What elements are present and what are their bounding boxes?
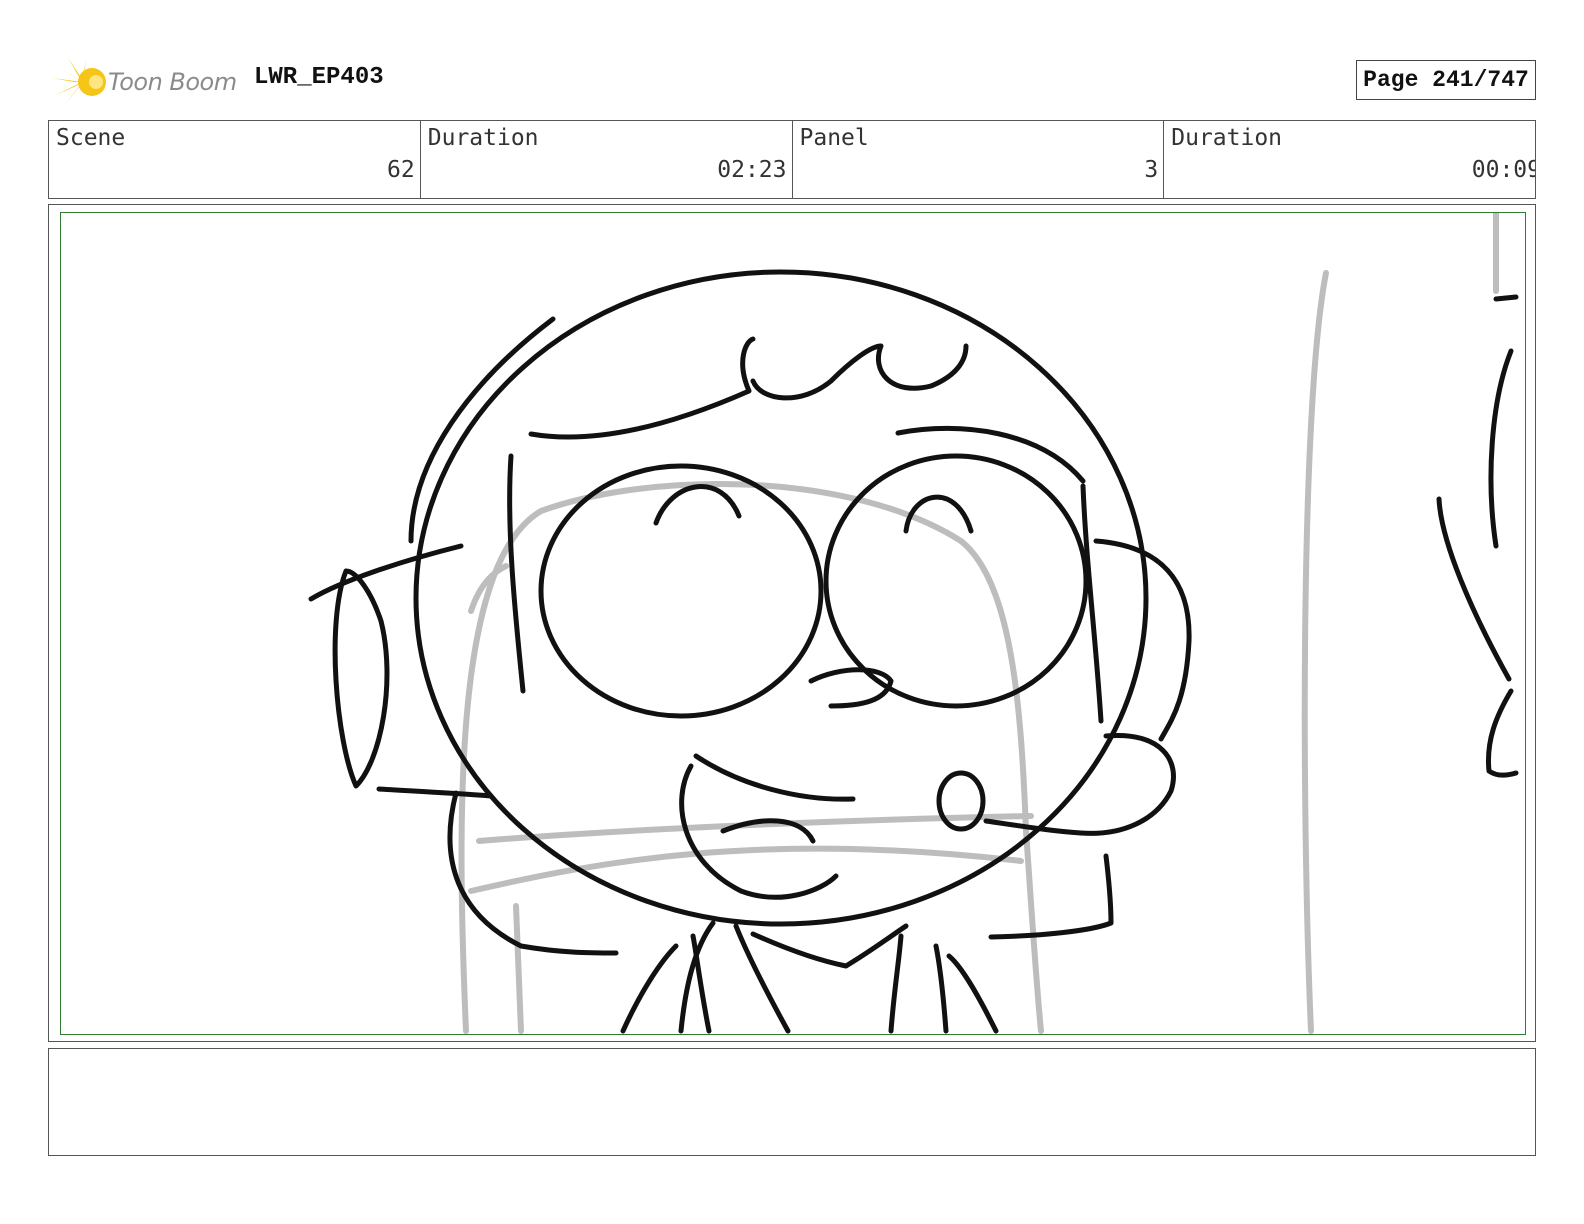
panel-duration-label: Duration — [1171, 125, 1283, 151]
scene-info-table: Scene 62 Duration 02:23 Panel 3 Duration… — [48, 120, 1536, 199]
panel-label: Panel — [799, 125, 869, 151]
project-title: LWR_EP403 — [254, 64, 384, 91]
storyboard-sketch — [308, 213, 1519, 1034]
logo-text: Toon Boom — [108, 68, 237, 96]
panel-drawing-area — [60, 212, 1526, 1035]
panel-cell: Panel 3 — [793, 121, 1165, 198]
panel-notes — [48, 1048, 1536, 1156]
scene-duration-value: 02:23 — [717, 157, 787, 183]
panel-duration-value: 00:09 — [1471, 157, 1535, 183]
panel-duration-cell: Duration 00:09 — [1164, 121, 1535, 198]
toon-boom-logo: Toon Boom — [52, 56, 252, 108]
page-header: Toon Boom LWR_EP403 Page 241/747 — [48, 52, 1536, 108]
scene-value: 62 — [387, 157, 415, 183]
panel-value: 3 — [1144, 157, 1159, 183]
page-number: Page 241/747 — [1356, 60, 1536, 100]
starburst-icon — [52, 58, 106, 106]
scene-duration-label: Duration — [427, 125, 539, 151]
scene-label: Scene — [56, 125, 126, 151]
scene-duration-cell: Duration 02:23 — [421, 121, 793, 198]
scene-cell: Scene 62 — [49, 121, 421, 198]
